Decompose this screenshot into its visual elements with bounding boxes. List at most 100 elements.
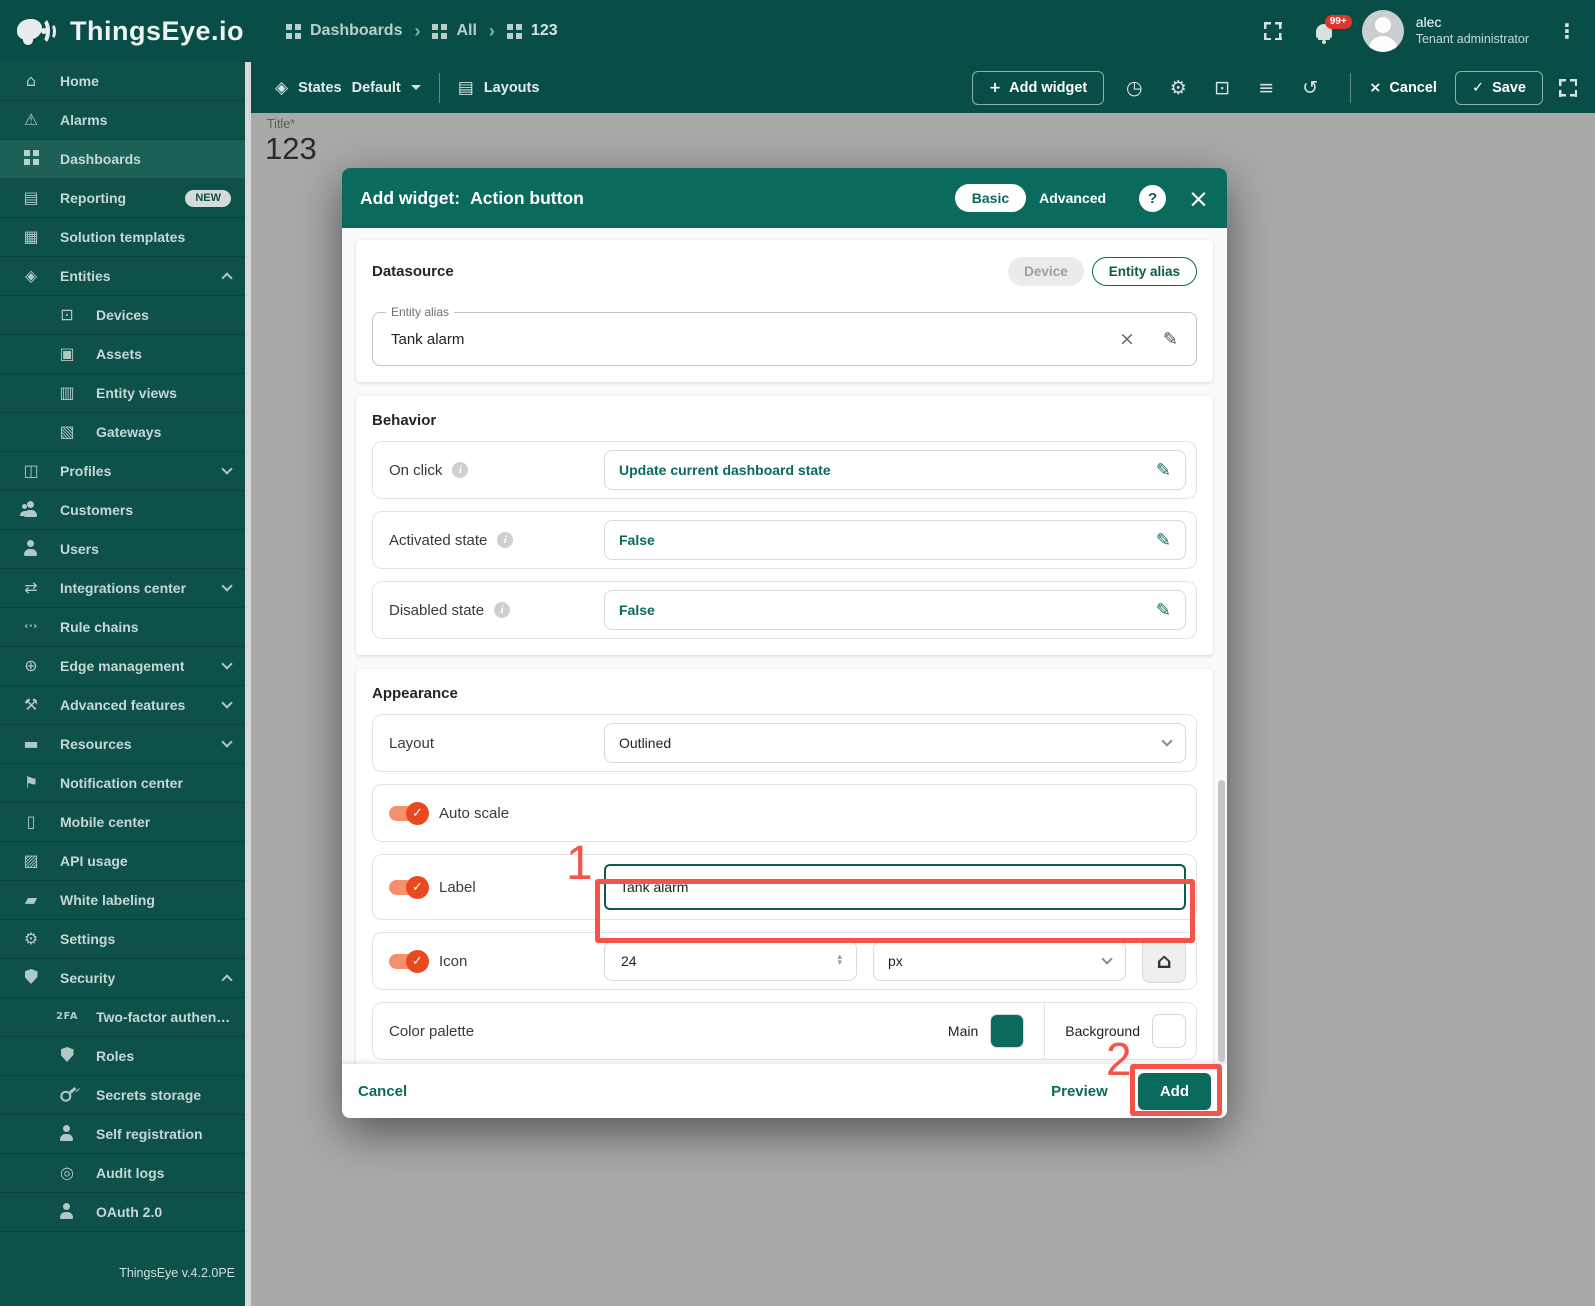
- dashboard-settings-gear-icon[interactable]: ⚙: [1156, 77, 1200, 99]
- sidebar-item-two-factor[interactable]: 2FA Two-factor authenticati…: [0, 998, 245, 1037]
- divider: [1044, 1003, 1046, 1059]
- preview-button[interactable]: Preview: [1051, 1083, 1108, 1100]
- breadcrumb-current[interactable]: 123: [506, 22, 558, 40]
- sidebar-item-advanced-features[interactable]: ⚒ Advanced features: [0, 686, 245, 725]
- auto-scale-toggle[interactable]: ✓: [389, 801, 429, 825]
- plus-icon: +: [988, 79, 1002, 96]
- edit-icon[interactable]: ✎: [1156, 530, 1171, 551]
- chevron-down-icon: [1101, 953, 1113, 965]
- tab-advanced[interactable]: Advanced: [1026, 184, 1119, 212]
- sidebar-item-security[interactable]: Security: [0, 959, 245, 998]
- cancel-button[interactable]: Cancel: [358, 1083, 407, 1100]
- sidebar-item-home[interactable]: ⌂ Home: [0, 62, 245, 101]
- version-history-icon[interactable]: ↺: [1288, 77, 1332, 99]
- filters-icon[interactable]: ≡: [1244, 77, 1288, 99]
- sidebar-item-secrets-storage[interactable]: Secrets storage: [0, 1076, 245, 1115]
- fullscreen-icon[interactable]: [1263, 22, 1282, 40]
- sidebar-item-settings[interactable]: ⚙ Settings: [0, 920, 245, 959]
- entity-aliases-icon[interactable]: ⊡: [1200, 77, 1244, 99]
- icon-toggle[interactable]: ✓: [389, 949, 429, 973]
- notifications-button[interactable]: 99+: [1315, 15, 1352, 38]
- sidebar-item-api-usage[interactable]: ▨ API usage: [0, 842, 245, 881]
- activated-state-row: Activated state i False ✎: [372, 511, 1197, 569]
- add-widget-button[interactable]: + Add widget: [971, 70, 1105, 105]
- gateways-icon: ▧: [59, 422, 75, 441]
- breadcrumb-dashboards[interactable]: Dashboards: [286, 22, 402, 40]
- sidebar-item-alarms[interactable]: ⚠ Alarms: [0, 101, 245, 140]
- disabled-state-row: Disabled state i False ✎: [372, 581, 1197, 639]
- breadcrumb-label: All: [456, 22, 477, 39]
- edge-antenna-icon: ⊕: [24, 656, 38, 675]
- label-input[interactable]: [604, 864, 1186, 910]
- sidebar-item-integrations-center[interactable]: ⇄ Integrations center: [0, 569, 245, 608]
- sidebar-item-gateways[interactable]: ▧ Gateways: [0, 413, 245, 452]
- sidebar-item-entities[interactable]: ◈ Entities: [0, 257, 245, 296]
- user-info[interactable]: alec Tenant administrator: [1416, 14, 1529, 47]
- sidebar-item-oauth[interactable]: OAuth 2.0: [0, 1193, 245, 1232]
- on-click-value-box[interactable]: Update current dashboard state ✎: [604, 450, 1186, 490]
- sidebar-item-mobile-center[interactable]: ▯ Mobile center: [0, 803, 245, 842]
- disabled-state-value-box[interactable]: False ✎: [604, 590, 1186, 630]
- label-toggle[interactable]: ✓: [389, 875, 429, 899]
- sidebar-item-customers[interactable]: Customers: [0, 491, 245, 530]
- sidebar-item-assets[interactable]: ▣ Assets: [0, 335, 245, 374]
- toggle-check-icon: ✓: [406, 876, 429, 899]
- sidebar-item-notification-center[interactable]: ⚑ Notification center: [0, 764, 245, 803]
- edit-icon[interactable]: ✎: [1156, 460, 1171, 481]
- number-spinner[interactable]: ▴ ▾: [837, 953, 842, 967]
- sidebar-item-users[interactable]: Users: [0, 530, 245, 569]
- layout-select[interactable]: Outlined: [604, 723, 1186, 763]
- sidebar-item-dashboards[interactable]: Dashboards: [0, 140, 245, 179]
- save-button[interactable]: ✓ Save: [1454, 70, 1543, 105]
- entity-alias-option[interactable]: Entity alias: [1091, 256, 1197, 286]
- states-control[interactable]: ◈ States Default: [275, 78, 421, 98]
- add-button[interactable]: Add: [1137, 1072, 1211, 1110]
- tab-basic[interactable]: Basic: [954, 184, 1027, 212]
- chevron-down-icon: [221, 697, 233, 709]
- edit-icon[interactable]: ✎: [1156, 600, 1171, 621]
- sidebar-item-roles[interactable]: Roles: [0, 1037, 245, 1076]
- entity-alias-field[interactable]: Entity alias Tank alarm × ✎: [372, 305, 1197, 366]
- sidebar-item-devices[interactable]: ⊡ Devices: [0, 296, 245, 335]
- sidebar-item-white-labeling[interactable]: ▰ White labeling: [0, 881, 245, 920]
- sidebar-item-edge-management[interactable]: ⊕ Edge management: [0, 647, 245, 686]
- on-click-row: On click i Update current dashboard stat…: [372, 441, 1197, 499]
- brand-logo-icon: [14, 10, 60, 52]
- icon-row: ✓ Icon ▴▾ px ⌂: [372, 932, 1197, 990]
- home-icon: ⌂: [1156, 949, 1172, 973]
- activated-state-value-box[interactable]: False ✎: [604, 520, 1186, 560]
- user-avatar[interactable]: [1361, 10, 1404, 52]
- dashboards-icon: [20, 150, 42, 168]
- sidebar-item-audit-logs[interactable]: ◎ Audit logs: [0, 1154, 245, 1193]
- kebab-menu-icon[interactable]: ⋮: [1557, 19, 1577, 43]
- dialog-scrollbar-thumb[interactable]: [1218, 780, 1225, 1062]
- sidebar-scrollbar[interactable]: [245, 62, 251, 1306]
- icon-size-input-box[interactable]: ▴▾: [604, 941, 857, 981]
- sidebar-item-rule-chains[interactable]: ‹·› Rule chains: [0, 608, 245, 647]
- main-color-swatch[interactable]: [990, 1014, 1025, 1048]
- sidebar-item-reporting[interactable]: ▤ Reporting NEW: [0, 179, 245, 218]
- sidebar-item-self-registration[interactable]: Self registration: [0, 1115, 245, 1154]
- brand-logo[interactable]: ThingsEye.io: [0, 10, 250, 52]
- cancel-edit-button[interactable]: × Cancel: [1369, 80, 1437, 96]
- clear-icon[interactable]: ×: [1119, 328, 1135, 350]
- appearance-section: Appearance Layout Outlined ✓ Auto scale: [356, 669, 1213, 1076]
- layouts-button[interactable]: ▤ Layouts: [458, 78, 540, 98]
- sidebar-item-profiles[interactable]: ◫ Profiles: [0, 452, 245, 491]
- sidebar-item-entity-views[interactable]: ▥ Entity views: [0, 374, 245, 413]
- edit-icon[interactable]: ✎: [1163, 329, 1178, 350]
- toolbar-fullscreen-icon[interactable]: [1559, 78, 1577, 97]
- breadcrumb-all[interactable]: All: [432, 22, 477, 40]
- layout-row: Layout Outlined: [372, 714, 1197, 772]
- background-color-swatch[interactable]: [1152, 1014, 1186, 1048]
- icon-size-input[interactable]: [619, 952, 679, 970]
- sidebar-item-solution-templates[interactable]: ▦ Solution templates: [0, 218, 245, 257]
- help-icon[interactable]: ?: [1139, 184, 1167, 212]
- sidebar-item-resources[interactable]: ▬ Resources: [0, 725, 245, 764]
- behavior-section: Behavior On click i Update current dashb…: [356, 396, 1213, 655]
- time-window-icon[interactable]: ◷: [1112, 77, 1156, 99]
- icon-picker-button[interactable]: ⌂: [1142, 939, 1186, 983]
- device-option[interactable]: Device: [1008, 256, 1084, 286]
- close-icon[interactable]: ×: [1188, 186, 1209, 211]
- icon-unit-select[interactable]: px: [873, 941, 1126, 981]
